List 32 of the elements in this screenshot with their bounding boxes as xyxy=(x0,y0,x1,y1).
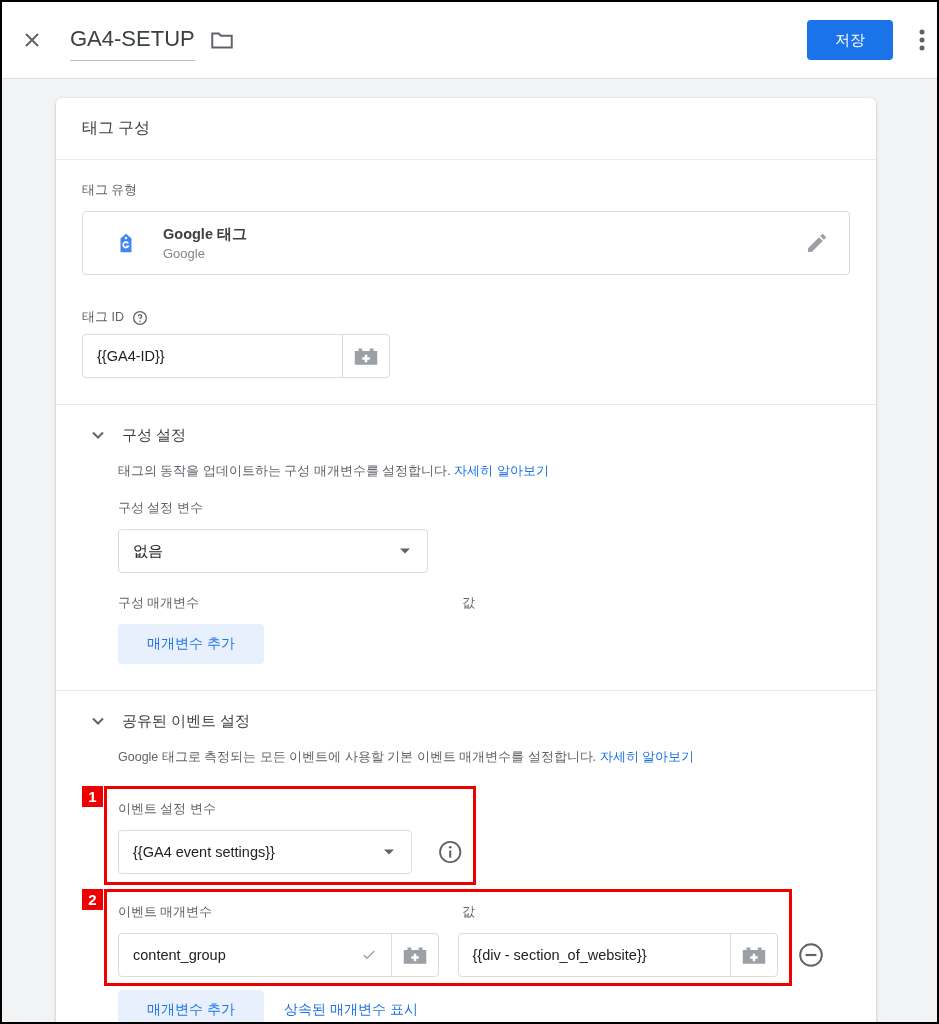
tag-type-name: Google 태그 xyxy=(163,225,248,244)
section-description: 태그의 동작을 업데이트하는 구성 매개변수를 설정합니다. 자세히 알아보기 xyxy=(118,463,550,480)
card-title: 태그 구성 xyxy=(56,98,876,160)
variable-dropdown[interactable]: {{GA4 event settings}} xyxy=(118,830,412,874)
remove-icon[interactable] xyxy=(798,942,824,968)
learn-more-link[interactable]: 자세히 알아보기 xyxy=(454,464,549,478)
annotation-badge: 1 xyxy=(82,786,103,807)
column-label: 이벤트 매개변수 xyxy=(118,904,214,921)
tag-type-vendor: Google xyxy=(163,246,206,261)
more-menu-icon[interactable] xyxy=(919,29,925,51)
field-label: 태그 유형 xyxy=(82,182,139,199)
field-label: 구성 설정 변수 xyxy=(118,500,204,517)
section-title[interactable]: 구성 설정 xyxy=(122,425,187,445)
column-label: 구성 매개변수 xyxy=(118,595,201,612)
info-icon[interactable] xyxy=(437,839,462,865)
section-title[interactable]: 공유된 이벤트 설정 xyxy=(122,711,251,731)
add-parameter-button[interactable]: 매개변수 추가 xyxy=(118,990,264,1022)
show-inherited-button[interactable]: 상속된 매개변수 표시 xyxy=(268,990,434,1022)
help-icon xyxy=(132,309,148,326)
add-parameter-button[interactable]: 매개변수 추가 xyxy=(118,624,264,664)
learn-more-link[interactable]: 자세히 알아보기 xyxy=(599,750,694,764)
save-button[interactable]: 저장 xyxy=(807,20,893,60)
tag-type-card[interactable]: Google 태그 Google xyxy=(82,211,850,275)
section-description: Google 태그로 측정되는 모든 이벤트에 사용할 기본 이벤트 매개변수를 설정합니다. 자세히 알아보기 xyxy=(118,749,695,766)
field-label: 태그 ID xyxy=(82,309,124,326)
variable-dropdown[interactable]: 없음 xyxy=(118,529,428,573)
field-label: 이벤트 설정 변수 xyxy=(118,801,217,818)
tag-name-field[interactable]: GA4-SETUP xyxy=(70,19,195,61)
annotation-badge: 2 xyxy=(82,889,103,910)
pencil-icon xyxy=(805,231,829,255)
column-label: 값 xyxy=(462,595,475,612)
column-label: 값 xyxy=(462,904,475,921)
